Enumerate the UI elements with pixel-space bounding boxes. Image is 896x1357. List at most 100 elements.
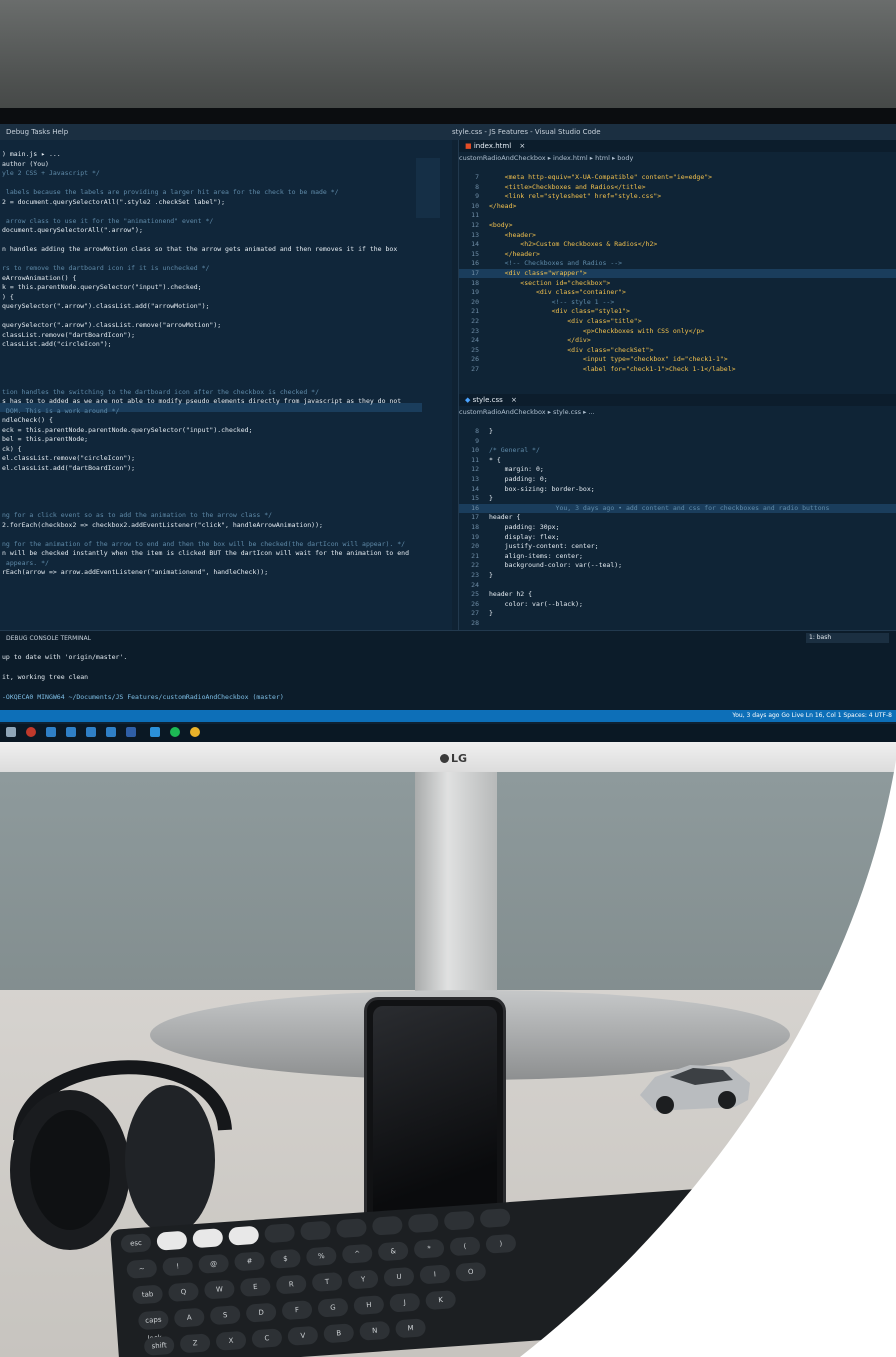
code-line: n handles adding the arrowMotion class s… <box>2 245 398 253</box>
line-number: 23 <box>471 326 479 335</box>
keyboard-key <box>407 1213 439 1234</box>
keyboard-key <box>228 1225 260 1246</box>
code-line: eck = this.parentNode.parentNode.querySe… <box>2 425 253 434</box>
keyboard-key: caps lock <box>137 1310 169 1343</box>
tab-style-css[interactable]: ◆ style.css × <box>459 394 896 406</box>
terminal-panel[interactable]: DEBUG CONSOLE TERMINAL 1: bash up to dat… <box>0 630 896 711</box>
close-icon[interactable]: × <box>519 142 525 150</box>
code-line: el.classList.add("dartBoardIcon"); <box>2 463 136 472</box>
desk-setup-photo: Debug Tasks Help style.css - JS Features… <box>0 0 896 1357</box>
app-icon[interactable] <box>26 727 36 737</box>
code-line: </head> <box>489 201 517 210</box>
line-number: 17 <box>471 269 479 277</box>
keyboard-key: ) <box>485 1233 517 1254</box>
code-line: rs to remove the dartboard icon if it is… <box>2 264 210 272</box>
terminal-line: -OKQECA0 MINGW64 ~/Documents/JS Features… <box>2 693 284 701</box>
code-line: <body> <box>489 221 513 229</box>
code-line: <link rel="stylesheet" href="style.css"> <box>489 192 662 201</box>
code-line: display: flex; <box>489 532 560 541</box>
app-icon[interactable] <box>86 727 96 737</box>
keyboard-key: F <box>281 1300 313 1321</box>
app-icon[interactable] <box>106 727 116 737</box>
keyboard-key: B <box>323 1323 355 1344</box>
keyboard-key: K <box>425 1290 457 1311</box>
keyboard-key <box>479 1208 511 1229</box>
keyboard-key: * <box>413 1238 445 1259</box>
line-number: 18 <box>471 523 479 531</box>
vscode-icon[interactable] <box>150 727 160 737</box>
keyboard-key: J <box>389 1292 421 1313</box>
keyboard-key: E <box>239 1276 271 1298</box>
line-number: 27 <box>471 609 479 618</box>
terminal-shell-select[interactable]: 1: bash <box>806 633 889 643</box>
breadcrumb-bottom[interactable]: customRadioAndCheckbox ▸ style.css ▸ ... <box>459 406 896 418</box>
app-icon[interactable] <box>46 727 56 737</box>
line-number: 8 <box>475 182 479 191</box>
tab-label: index.html <box>473 142 512 150</box>
line-number: 14 <box>471 484 479 493</box>
folder-icon[interactable] <box>6 727 16 737</box>
app-icon[interactable] <box>126 727 136 737</box>
editor-title-bar: Debug Tasks Help style.css - JS Features… <box>0 124 896 140</box>
code-line: color: var(--black); <box>489 599 583 608</box>
line-number: 27 <box>471 365 479 373</box>
lg-logo-icon <box>440 754 449 763</box>
terminal-tabs[interactable]: DEBUG CONSOLE TERMINAL <box>6 635 91 642</box>
code-line: } <box>489 427 493 435</box>
keyboard-key: tab <box>132 1284 164 1305</box>
terminal-line: up to date with 'origin/master'. <box>2 653 128 661</box>
spotify-icon[interactable] <box>170 727 180 737</box>
keyboard-key <box>443 1210 475 1231</box>
monitor-screen: Debug Tasks Help style.css - JS Features… <box>0 124 896 724</box>
line-number: 22 <box>471 317 479 325</box>
keyboard-key: Q <box>167 1281 200 1303</box>
line-number: 17 <box>471 513 479 522</box>
window-title: style.css - JS Features - Visual Studio … <box>452 128 601 136</box>
code-line: ) { <box>2 292 14 301</box>
chrome-icon[interactable] <box>190 727 200 737</box>
keyboard-key: X <box>215 1330 247 1351</box>
code-line: header h2 { <box>489 590 533 599</box>
line-number: 15 <box>471 249 479 258</box>
line-number: 10 <box>471 201 479 210</box>
tab-index-html[interactable]: ■ index.html × <box>459 140 896 152</box>
line-number: 10 <box>471 446 479 455</box>
right-editor-group: ■ index.html × customRadioAndCheckbox ▸ … <box>458 140 896 630</box>
line-number: 28 <box>471 619 479 627</box>
code-line: header { <box>489 513 521 522</box>
toy-car-icon <box>640 1065 750 1114</box>
keyboard-key: ! <box>162 1256 194 1277</box>
code-line: align-items: center; <box>489 551 583 560</box>
code-line: eArrowAnimation() { <box>2 273 77 282</box>
code-line: k = this.parentNode.querySelector("input… <box>2 283 202 291</box>
editor-menu[interactable]: Debug Tasks Help <box>6 124 68 140</box>
line-number: 21 <box>471 551 479 560</box>
minimap <box>416 158 440 218</box>
close-icon[interactable]: × <box>511 396 517 404</box>
status-right[interactable]: You, 3 days ago Go Live Ln 16, Col 1 Spa… <box>732 710 892 722</box>
code-line: ck) { <box>2 444 22 453</box>
keyboard-key: ( <box>449 1236 481 1257</box>
keyboard-key: ~ <box>126 1258 158 1279</box>
line-number: 26 <box>471 599 479 608</box>
keyboard-key: U <box>383 1266 415 1287</box>
keyboard-key: I <box>419 1264 451 1285</box>
code-line: labels because the labels are providing … <box>2 188 339 196</box>
breadcrumb-top[interactable]: customRadioAndCheckbox ▸ index.html ▸ ht… <box>459 152 896 164</box>
main-js-editor-pane[interactable]: ) main.js ▸ ... author (You) yle 2 CSS + J… <box>0 140 452 630</box>
line-number: 7 <box>475 173 479 181</box>
code-line: You, 3 days ago • add content and css fo… <box>489 503 830 512</box>
code-line: <p>Checkboxes with CSS only</p> <box>489 326 705 335</box>
line-number: 19 <box>471 532 479 541</box>
app-icon[interactable] <box>66 727 76 737</box>
line-number: 14 <box>471 240 479 249</box>
keyboard-key: N <box>359 1320 391 1341</box>
code-line: } <box>489 609 493 618</box>
code-line: <input type="checkbox" id="check1-1"> <box>489 355 728 364</box>
line-number: 22 <box>471 561 479 570</box>
line-number: 9 <box>475 192 479 201</box>
code-line: yle 2 CSS + Javascript */ <box>2 169 100 177</box>
code-line: 2.forEach(checkbox2 => checkbox2.addEven… <box>2 520 323 529</box>
keyboard-key: % <box>305 1246 337 1267</box>
keyboard-key: V <box>287 1325 319 1346</box>
